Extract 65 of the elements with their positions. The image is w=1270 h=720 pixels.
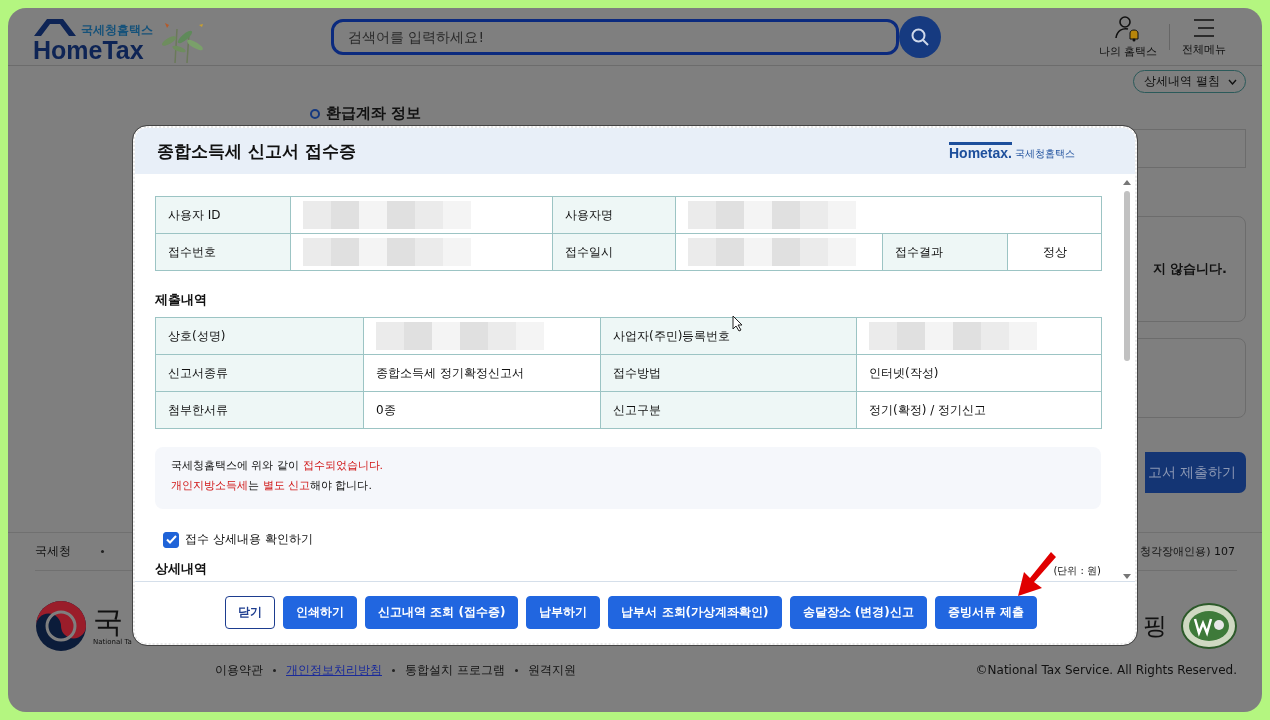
table-header-cell: 접수방법 [600,354,857,392]
bullet-icon [310,108,320,119]
section-title: 상세내역 [155,560,207,578]
my-hometax-button[interactable]: 나의 홈택스 [1086,14,1169,59]
table-cell: 종합소득세 정기확정신고서 [363,354,601,392]
action-button[interactable]: 인쇄하기 [283,596,358,629]
action-button[interactable]: 납부서 조회(가상계좌확인) [608,596,782,629]
user-bell-icon [1113,14,1142,42]
table-cell: 인터넷(작성) [856,354,1102,392]
table-header-cell: 신고서종류 [155,354,364,392]
table-cell: 정기(확정) / 정기신고 [856,391,1102,429]
checkbox-label: 접수 상세내용 확인하기 [185,531,313,548]
dialog-title: 종합소득세 신고서 접수증 [157,139,356,163]
notice-text: 개인지방소득세는 별도 신고해야 합니다. [171,478,373,493]
menu-button[interactable]: 전체메뉴 [1170,16,1238,57]
hometax-logo: Hometax. [948,141,1012,161]
unit-note: (단위 : 원) [1053,564,1101,578]
submit-button[interactable]: 고서 제출하기 [1145,452,1246,493]
scroll-down-icon [1123,574,1131,579]
house-roof-icon [33,16,77,37]
footer-link[interactable]: 통합설치 프로그램 [405,661,505,679]
section-title: 환급계좌 정보 [326,104,422,123]
expand-details-button[interactable]: 상세내역 펼침 [1133,70,1246,93]
table-header-cell: 접수번호 [155,233,291,271]
emblem-icon [35,600,87,652]
table-header-cell: 사업자(주민)등록번호 [600,317,857,355]
footer-text: 청각장애인용) 107 [1140,544,1235,559]
logo-wordmark: HomeTax [33,36,144,63]
agency-name: 국 [93,606,124,638]
accessibility-badge-icon [1181,603,1237,649]
close-button[interactable]: 닫기 [225,596,276,629]
copyright-text: ©National Tax Service. All Rights Reserved. [975,663,1237,677]
table-cell: 정상 [1007,233,1102,271]
action-button[interactable]: 납부하기 [526,596,601,629]
pointer-arrow [1016,552,1056,597]
table-header-cell: 신고구분 [600,391,857,429]
scrollbar[interactable] [1123,180,1131,579]
footer-link[interactable]: 개인정보처리방침 [286,661,382,679]
chevron-down-icon [1228,78,1237,85]
logo-subtitle: 국세청홈택스 [1015,146,1075,161]
table-header-cell: 사용자명 [552,196,676,234]
footer-text: 핑 [1143,611,1167,642]
action-button[interactable]: 송달장소 (변경)신고 [789,596,927,629]
table-header-cell: 접수일시 [552,233,676,271]
notice-text: 국세청홈택스에 위와 같이 접수되었습니다. [171,458,384,473]
search-field[interactable]: 검색어를 입력하세요! [331,18,899,55]
notice-text: 지 않습니다. [1152,260,1227,278]
footer-link[interactable]: 원격지원 [527,661,576,679]
table-header-cell: 접수결과 [882,233,1008,271]
table-header-cell: 상호(성명) [155,317,364,355]
checkbox[interactable] [163,531,179,548]
section-title: 제출내역 [155,291,208,309]
table-header-cell: 사용자 ID [155,196,291,234]
scroll-up-icon [1123,180,1131,185]
logo-subtitle: 국세청홈택스 [81,22,153,37]
table-cell: 0종 [363,391,601,429]
footer-link[interactable]: 이용약관 [215,661,263,679]
menu-icon [1192,16,1216,40]
search-icon [910,26,930,47]
table-header-cell: 첨부한서류 [155,391,364,429]
action-button[interactable]: 증빙서류 제출 [934,596,1037,629]
action-button[interactable]: 신고내역 조회 (접수증) [365,596,519,629]
mouse-cursor-icon [732,315,744,332]
footer-text: 국세청 [35,543,71,560]
search-button[interactable] [899,15,941,58]
